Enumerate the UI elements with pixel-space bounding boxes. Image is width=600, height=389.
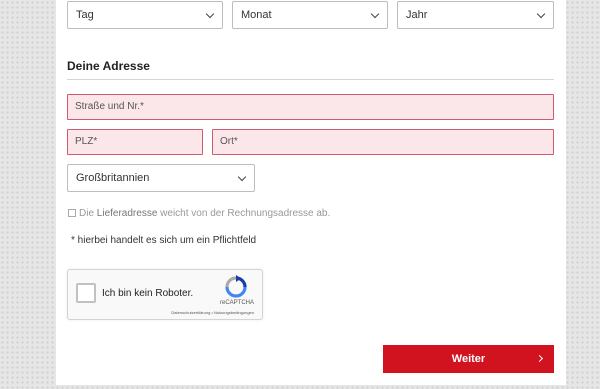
recaptcha-terms-links[interactable]: Datenschutzerklärung • Nutzungsbedingung…: [68, 310, 254, 315]
chevron-right-icon: [535, 354, 544, 363]
street-input[interactable]: Straße und Nr.*: [67, 94, 554, 120]
delivery-address-option[interactable]: Die Lieferadresse weicht von der Rechnun…: [68, 208, 330, 219]
chevron-down-icon: [370, 9, 380, 19]
country-select[interactable]: Großbritannien: [67, 164, 255, 192]
delivery-text-suffix: weicht von der Rechnungsadresse ab.: [157, 208, 331, 219]
month-select[interactable]: Monat: [232, 1, 388, 29]
section-divider: [67, 79, 554, 80]
delivery-text-prefix: Die: [79, 208, 97, 219]
required-field-hint: * hierbei handelt es sich um ein Pflicht…: [71, 235, 257, 246]
continue-button-label: Weiter: [451, 353, 486, 365]
delivery-address-checkbox[interactable]: [68, 209, 76, 217]
recaptcha-checkbox[interactable]: [76, 283, 96, 303]
recaptcha-widget: Ich bin kein Roboter. reCAPTCHA Datensch…: [67, 269, 263, 320]
continue-button[interactable]: Weiter: [383, 345, 554, 373]
form-card: [56, 0, 566, 385]
street-placeholder: Straße und Nr.*: [75, 101, 144, 112]
city-placeholder: Ort*: [220, 136, 238, 147]
recaptcha-logo-icon: [225, 275, 247, 298]
day-select[interactable]: Tag: [67, 1, 223, 29]
delivery-text-highlight: Lieferadresse: [96, 208, 158, 219]
chevron-down-icon: [536, 9, 546, 19]
city-input[interactable]: Ort*: [212, 129, 554, 155]
chevron-down-icon: [205, 9, 215, 19]
day-select-value: Tag: [76, 9, 94, 21]
recaptcha-brand: reCAPTCHA: [219, 300, 254, 306]
month-select-value: Monat: [241, 9, 272, 21]
country-select-value: Großbritannien: [76, 172, 150, 184]
address-section-title: Deine Adresse: [67, 59, 150, 73]
zip-input[interactable]: PLZ*: [67, 129, 203, 155]
zip-placeholder: PLZ*: [75, 136, 98, 147]
chevron-down-icon: [237, 172, 247, 182]
year-select[interactable]: Jahr: [397, 1, 554, 29]
recaptcha-label: Ich bin kein Roboter.: [102, 288, 194, 299]
year-select-value: Jahr: [406, 9, 428, 21]
